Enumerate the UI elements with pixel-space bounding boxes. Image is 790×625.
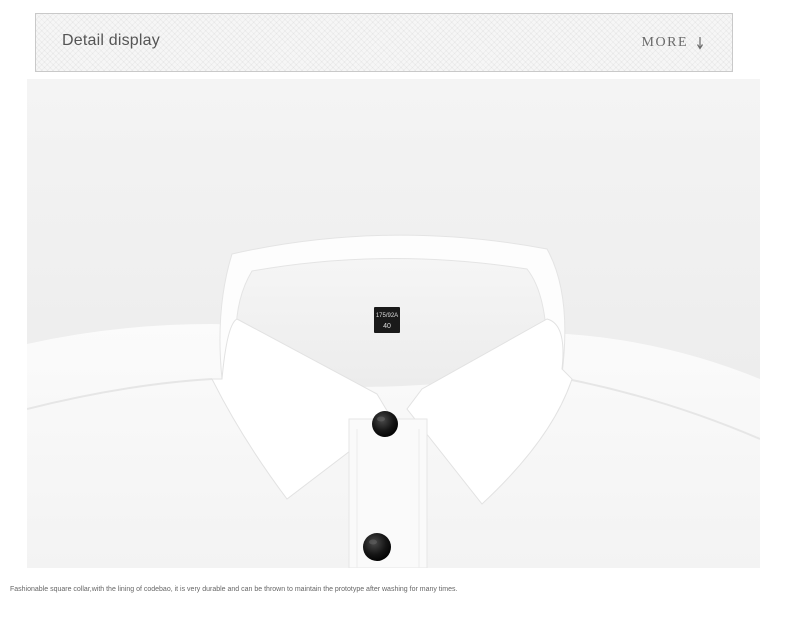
photo-caption: Fashionable square collar,with the linin…	[10, 586, 458, 593]
arrow-down-icon	[696, 37, 704, 50]
product-detail-photo: 175/92A 40	[27, 79, 760, 568]
size-label-line2: 40	[383, 323, 391, 330]
section-header: Detail display MORE	[35, 13, 733, 72]
more-link[interactable]: MORE	[642, 35, 704, 51]
shirt-button-top	[372, 411, 398, 437]
section-title: Detail display	[62, 32, 160, 49]
size-label-line1: 175/92A	[376, 313, 398, 319]
shirt-button-second	[363, 533, 391, 561]
more-label: MORE	[641, 35, 688, 50]
